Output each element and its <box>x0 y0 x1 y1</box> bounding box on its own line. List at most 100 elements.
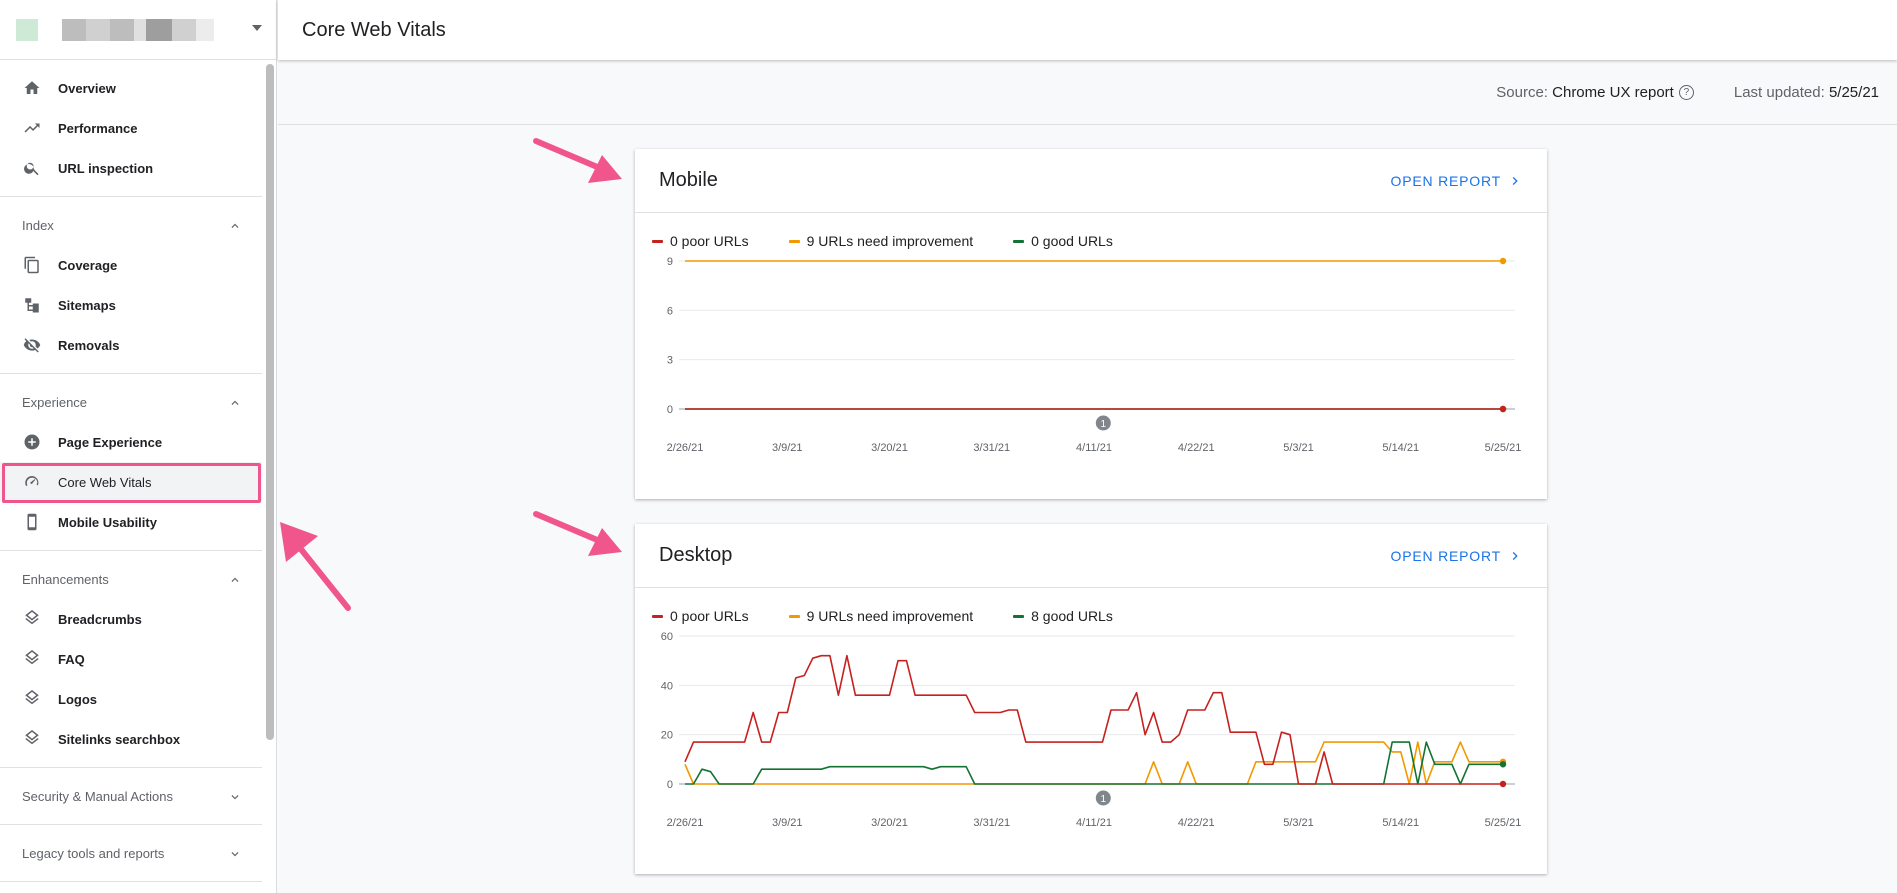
search-icon <box>22 158 42 178</box>
chevron-up-icon <box>228 396 242 410</box>
chart-legend: 0 poor URLs 9 URLs need improvement 0 go… <box>635 213 1547 249</box>
help-icon[interactable]: ? <box>1678 84 1694 100</box>
chevron-right-icon <box>1512 176 1518 185</box>
legend-label: 0 poor URLs <box>670 608 749 624</box>
mobile-card: Mobile OPEN REPORT 0 poor URLs 9 URLs ne… <box>635 149 1547 499</box>
desktop-card: Desktop OPEN REPORT 0 poor URLs 9 URLs n… <box>635 524 1547 874</box>
x-tick-label: 5/3/21 <box>1283 442 1314 454</box>
sidebar-item-sitelinks-searchbox[interactable]: Sitelinks searchbox <box>0 719 262 759</box>
trending-up-icon <box>22 118 42 138</box>
sidebar-item-coverage[interactable]: Coverage <box>0 245 262 285</box>
source-label: Source: <box>1496 83 1548 101</box>
nav-index-group: Coverage Sitemaps Removals <box>0 245 276 373</box>
highlight-box <box>2 463 261 503</box>
property-selector[interactable] <box>0 0 276 60</box>
series-endpoint-2[interactable] <box>1499 761 1507 768</box>
sidebar-item-breadcrumbs[interactable]: Breadcrumbs <box>0 599 262 639</box>
chevron-down-icon <box>228 790 242 804</box>
sidebar-item-url-inspection[interactable]: URL inspection <box>0 148 262 188</box>
updated-value: 5/25/21 <box>1828 83 1879 101</box>
sidebar-item-label: Breadcrumbs <box>58 611 142 627</box>
legend-item-poor[interactable]: 0 poor URLs <box>652 608 749 624</box>
annotation-arrow-mobile <box>533 138 622 183</box>
y-tick-label: 60 <box>661 632 673 643</box>
sidebar-item-removals[interactable]: Removals <box>0 325 262 365</box>
updated-label: Last updated: <box>1733 83 1825 101</box>
y-tick-label: 6 <box>667 305 673 317</box>
legend-item-needs-improvement[interactable]: 9 URLs need improvement <box>788 233 974 249</box>
x-tick-label: 5/14/21 <box>1382 442 1419 454</box>
chevron-right-icon <box>1512 551 1518 560</box>
legend-item-poor[interactable]: 0 poor URLs <box>652 233 749 249</box>
page-header: Core Web Vitals <box>278 0 1897 60</box>
layers-icon <box>22 729 42 749</box>
series-endpoint-0[interactable] <box>1499 780 1507 788</box>
sidebar-item-label: Removals <box>58 337 120 353</box>
layers-icon <box>22 609 42 629</box>
x-tick-label: 5/25/21 <box>1485 817 1522 829</box>
sidebar-item-mobile-usability[interactable]: Mobile Usability <box>0 502 262 542</box>
sidebar-item-label: Overview <box>58 80 116 96</box>
annotation-marker-label: 1 <box>1101 419 1107 430</box>
open-report-button[interactable]: OPEN REPORT <box>1391 173 1523 189</box>
y-tick-label: 0 <box>667 779 673 791</box>
section-header-security[interactable]: Security & Manual Actions <box>0 768 262 824</box>
desktop-chart[interactable]: 0 20 40 60 2/26/21 3/9/21 3/20/21 3/31/21 4/11/2… <box>635 632 1547 872</box>
x-tick-label: 5/25/21 <box>1485 442 1522 454</box>
sidebar-item-overview[interactable]: Overview <box>0 68 262 108</box>
y-tick-label: 3 <box>667 355 673 367</box>
chevron-up-icon <box>228 219 242 233</box>
sidebar-item-label: Sitemaps <box>58 297 116 313</box>
legend-label: 0 poor URLs <box>670 233 749 249</box>
series-endpoint-0[interactable] <box>1499 405 1507 413</box>
sidebar-item-label: FAQ <box>58 651 85 667</box>
series-line-2[interactable] <box>685 741 1503 785</box>
x-tick-label: 2/26/21 <box>667 442 704 454</box>
chevron-down-icon <box>228 847 242 861</box>
sidebar-item-label: URL inspection <box>58 160 154 176</box>
card-header: Desktop OPEN REPORT <box>635 524 1547 588</box>
source-value[interactable]: Chrome UX report <box>1552 84 1674 101</box>
annotation-arrow-sidebar <box>280 522 351 611</box>
section-title: Security & Manual Actions <box>22 788 174 804</box>
legend-item-good[interactable]: 8 good URLs <box>1013 608 1113 624</box>
y-tick-label: 20 <box>661 730 673 742</box>
sitemap-icon <box>22 295 42 315</box>
sidebar-item-label: Coverage <box>58 257 118 273</box>
legend-label: 0 good URLs <box>1031 233 1113 249</box>
chart-legend: 0 poor URLs 9 URLs need improvement 8 go… <box>635 588 1547 624</box>
card-header: Mobile OPEN REPORT <box>635 149 1547 213</box>
legend-label: 9 URLs need improvement <box>806 233 974 249</box>
open-report-label: OPEN REPORT <box>1390 172 1501 189</box>
section-header-legacy[interactable]: Legacy tools and reports <box>0 825 262 881</box>
x-tick-label: 3/20/21 <box>871 442 908 454</box>
legend-item-needs-improvement[interactable]: 9 URLs need improvement <box>788 608 973 624</box>
x-tick-label: 3/31/21 <box>973 817 1010 829</box>
mobile-chart[interactable]: 0 3 6 9 2/26/21 3/9/21 3/20/21 3/31/21 4/11/21 4/… <box>635 257 1547 497</box>
property-name-redacted <box>62 18 214 41</box>
series-endpoint-1[interactable] <box>1499 257 1507 265</box>
caret-down-icon[interactable] <box>252 25 262 31</box>
y-tick-label: 9 <box>667 257 673 268</box>
sidebar-item-label: Logos <box>58 691 97 707</box>
sidebar-item-label: Performance <box>58 120 138 136</box>
sidebar-scrollbar[interactable] <box>266 64 274 740</box>
home-icon <box>22 78 42 98</box>
legend-item-good[interactable]: 0 good URLs <box>1013 233 1113 249</box>
sidebar-item-logos[interactable]: Logos <box>0 679 262 719</box>
sidebar-item-page-experience[interactable]: Page Experience <box>0 422 262 462</box>
coverage-icon <box>22 255 42 275</box>
section-title: Enhancements <box>22 571 109 587</box>
section-title: Index <box>22 217 54 233</box>
series-line-0[interactable] <box>684 654 1503 785</box>
sidebar-item-performance[interactable]: Performance <box>0 108 262 148</box>
sidebar-item-faq[interactable]: FAQ <box>0 639 262 679</box>
sidebar-item-label: Page Experience <box>58 434 163 450</box>
open-report-button[interactable]: OPEN REPORT <box>1391 548 1523 564</box>
sidebar-item-label: Sitelinks searchbox <box>58 731 181 747</box>
y-tick-label: 40 <box>661 680 673 692</box>
series-line-1[interactable] <box>684 741 1503 785</box>
sidebar-item-sitemaps[interactable]: Sitemaps <box>0 285 262 325</box>
annotation-marker-label: 1 <box>1101 794 1107 805</box>
open-report-label: OPEN REPORT <box>1390 547 1501 564</box>
